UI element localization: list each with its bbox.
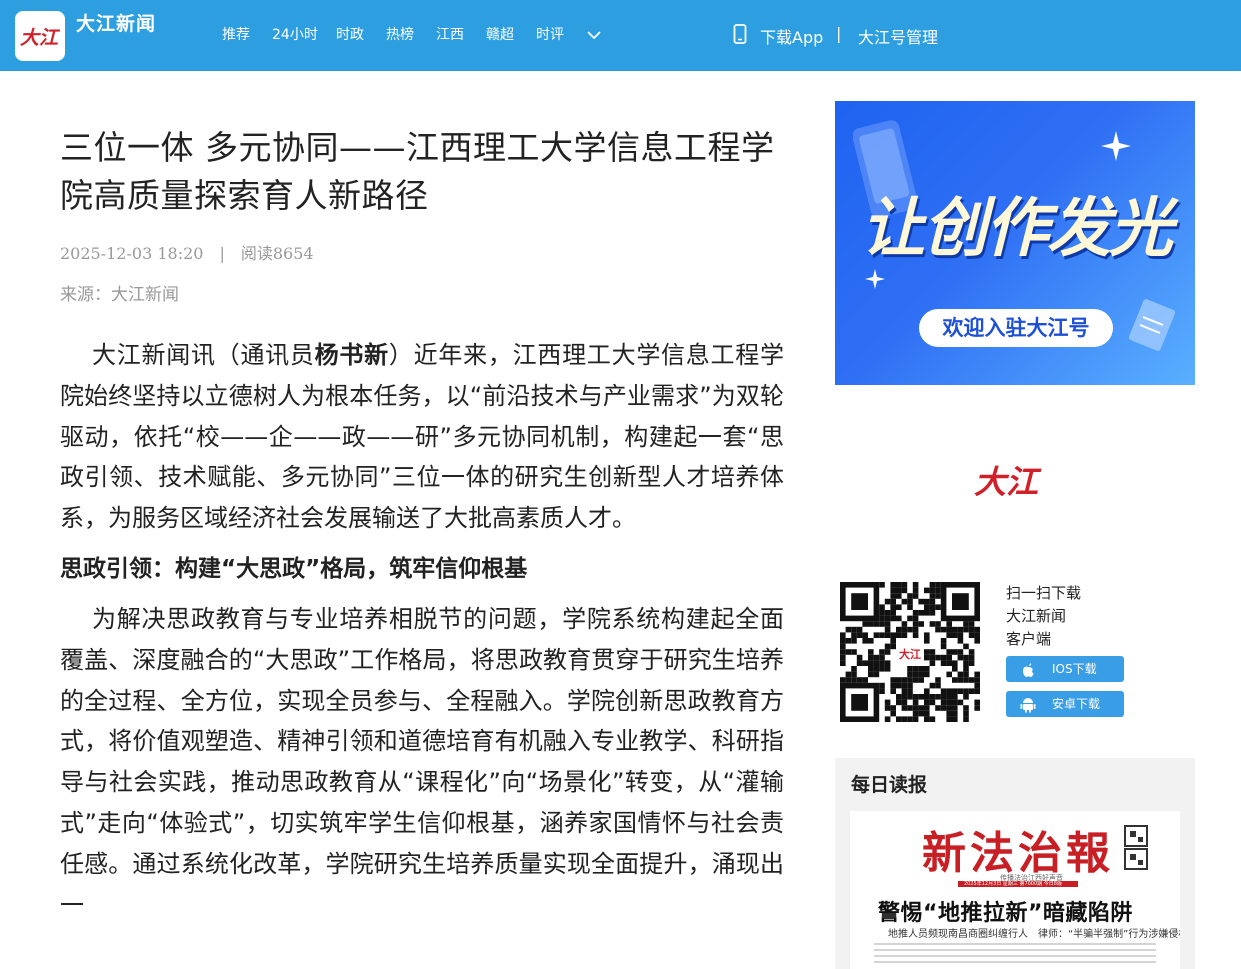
apple-icon [1020,661,1036,687]
newspaper-masthead: 新法治報 [922,828,1114,879]
promo-banner[interactable]: 让创作发光 欢迎入驻大江号 [835,101,1195,385]
qr-caption-line: 扫一扫下载 [1006,584,1082,602]
publish-date: 2025-12-03 18:20 [60,244,204,263]
nav-item-24h[interactable]: 24小时 [272,24,318,46]
nav-item-trending[interactable]: 热榜 [386,24,414,46]
qr-caption: 扫一扫下载 大江新闻 客户端 [1006,582,1081,651]
dajiang-brand-logo: 大江 [972,460,1062,508]
daily-newspaper-title: 每日读报 [851,774,928,796]
qr-code-icon: 大江 [840,582,980,722]
newspaper-body-text [874,943,1156,967]
nav-item-gan-super[interactable]: 赣超 [486,24,514,46]
nav-item-politics[interactable]: 时政 [336,24,364,46]
android-download-label: 安卓下载 [1052,697,1101,711]
android-download-button[interactable]: 安卓下载 [1006,691,1124,717]
newspaper-deck: 地推人员频现南昌商圈纠缠行人 律师：“半骗半强制”行为涉嫌侵权 [888,929,1180,940]
app-download-block: 大江 扫一扫下载 大江新闻 客户端 IOS下载 安卓下载 [840,582,1195,722]
mobile-phone-icon [732,24,748,48]
document-graphic-icon [1125,297,1185,361]
sparkle-icon [1101,131,1131,165]
ios-download-label: IOS下载 [1052,662,1097,676]
top-navigation-bar: 大江 大江新闻 推荐 24小时 时政 热榜 江西 赣超 时评 下载App | 大… [0,0,1241,71]
site-name[interactable]: 大江新闻 [76,9,156,36]
read-count: 阅读8654 [240,244,314,263]
newspaper-headline: 警惕“地推拉新”暗藏陷阱 [878,901,1133,926]
header-separator: | [836,24,842,43]
paragraph: 为解决思政教育与专业培养相脱节的问题，学院系统构建起全面覆盖、深度融合的“大思政… [60,604,784,919]
newspaper-front-page[interactable]: 新法治報 传播法治江西好声音 2025年12月3日 星期三 第7000期 今日8… [850,811,1180,969]
paragraph: 大江新闻讯（通讯员杨书新）近年来，江西理工大学信息工程学院始终坚持以立德树人为根… [60,341,785,533]
ios-download-button[interactable]: IOS下载 [1006,656,1124,682]
article-title: 三位一体 多元协同——江西理工大学信息工程学院高质量探索育人新路径 [60,128,775,215]
banner-cta-button[interactable]: 欢迎入驻大江号 [919,309,1113,347]
meta-separator: | [219,244,225,263]
site-logo[interactable]: 大江 [15,11,65,61]
svg-text:大江: 大江 [899,647,921,661]
svg-text:大江: 大江 [974,463,1042,501]
android-icon [1020,696,1036,722]
banner-headline: 让创作发光 [861,192,1173,266]
nav-item-recommend[interactable]: 推荐 [222,24,250,46]
section-heading: 思政引领：构建“大思政”格局，筑牢信仰根基 [60,555,528,582]
article-source: 来源：大江新闻 [60,285,179,305]
more-chevron-down-icon[interactable] [586,27,602,47]
nav-item-commentary[interactable]: 时评 [536,24,564,46]
download-app-link[interactable]: 下载App [760,24,823,48]
daily-newspaper-panel: 每日读报 新法治報 传播法治江西好声音 2025年12月3日 星期三 第7000… [835,758,1195,969]
author-name: 杨书新 [314,341,389,369]
dajiang-logo-icon: 大江 [20,27,61,49]
newspaper-date-stripe: 2025年12月3日 星期三 第7000期 今日8版 [958,881,1078,887]
qr-caption-line: 客户端 [1006,630,1052,648]
article-body: 大江新闻讯（通讯员杨书新）近年来，江西理工大学信息工程学院始终坚持以立德树人为根… [60,335,784,925]
account-manage-link[interactable]: 大江号管理 [858,24,938,48]
article: 三位一体 多元协同——江西理工大学信息工程学院高质量探索育人新路径 2025-1… [60,124,784,919]
sparkle-icon [865,269,885,293]
qr-caption-line: 大江新闻 [1006,607,1067,625]
article-meta: 2025-12-03 18:20 | 阅读8654 [60,240,314,264]
svg-text:大江: 大江 [20,27,61,49]
newspaper-qr-icon [1124,825,1150,875]
nav-item-jiangxi[interactable]: 江西 [436,24,464,46]
